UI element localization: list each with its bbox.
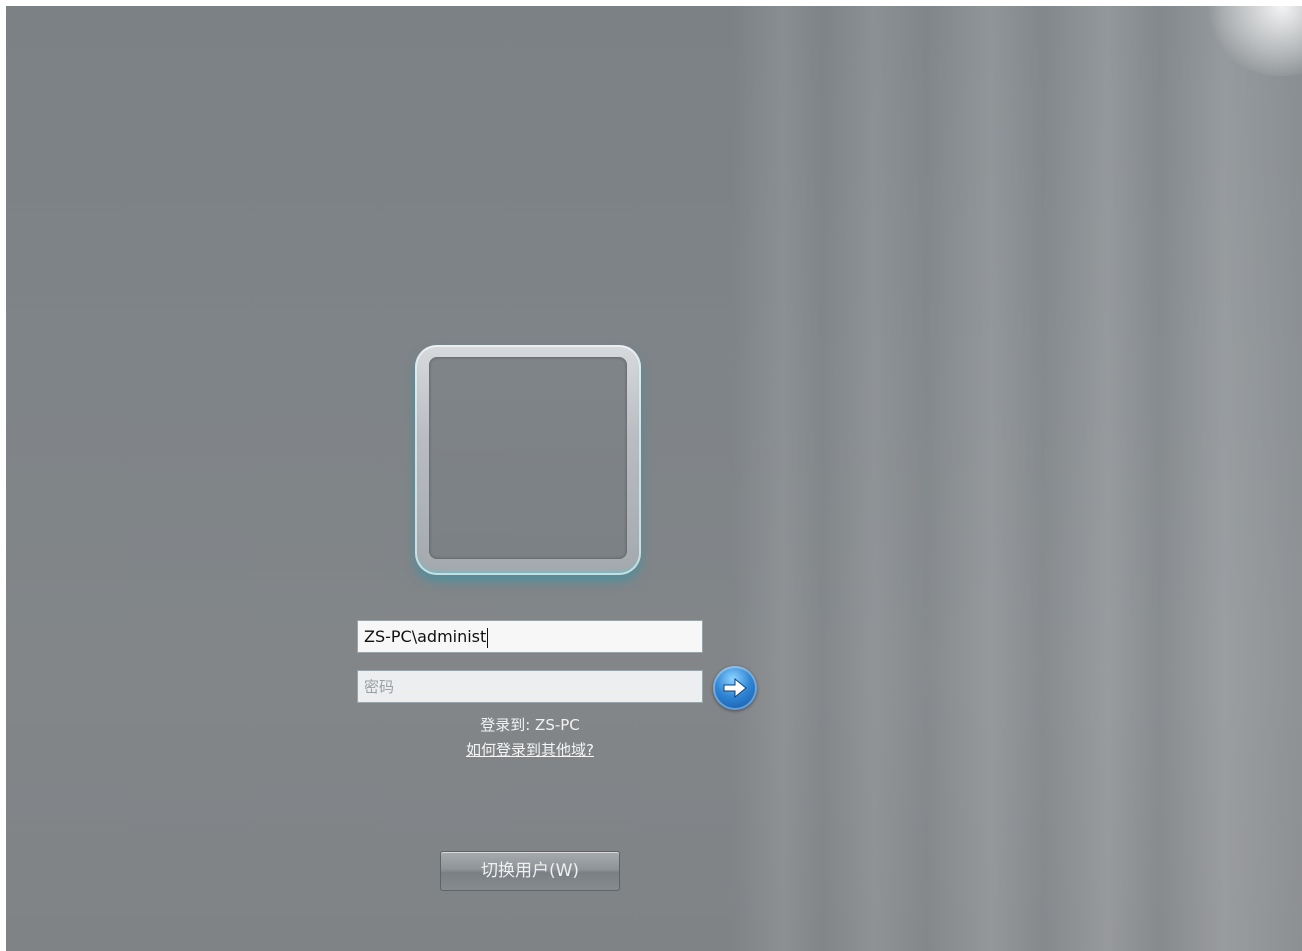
logon-screen: ZS-PC\administ 密码 登录到: ZS-PC 如何登录到其他域? 切… [6, 6, 1302, 951]
password-field[interactable]: 密码 [357, 670, 703, 703]
login-to-label: 登录到: ZS-PC [480, 716, 580, 734]
other-domain-link[interactable]: 如何登录到其他域? [357, 739, 703, 760]
password-placeholder: 密码 [364, 678, 395, 696]
arrow-right-icon [723, 677, 747, 699]
switch-user-button[interactable]: 切换用户(W) [440, 851, 620, 891]
username-value: ZS-PC\administ [364, 627, 487, 646]
text-caret [487, 627, 489, 648]
username-field[interactable]: ZS-PC\administ [357, 620, 703, 653]
submit-login-button[interactable] [713, 666, 757, 710]
user-avatar-frame [415, 345, 641, 575]
background-glare [1202, 6, 1302, 76]
user-avatar [429, 357, 627, 559]
